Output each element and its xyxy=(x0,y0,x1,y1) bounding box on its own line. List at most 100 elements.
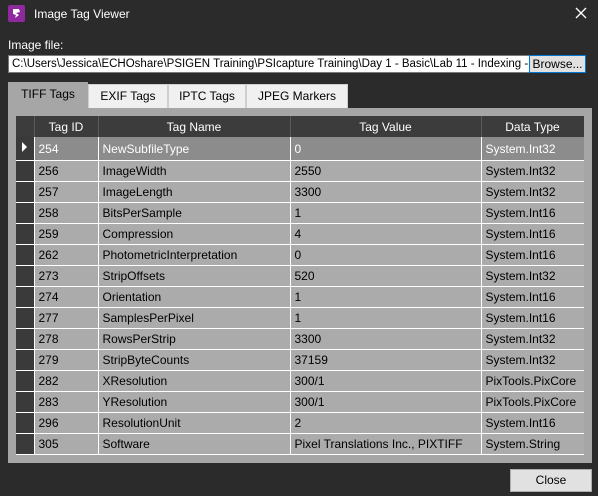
cell-data-type[interactable]: System.Int16 xyxy=(481,286,584,308)
cell-tag-id[interactable]: 274 xyxy=(34,286,99,308)
row-header[interactable] xyxy=(16,307,35,329)
cell-tag-id[interactable]: 273 xyxy=(34,265,99,287)
cell-tag-id[interactable]: 277 xyxy=(34,307,99,329)
row-header[interactable] xyxy=(16,202,35,224)
cell-tag-name[interactable]: NewSubfileType xyxy=(98,137,291,161)
cell-data-type[interactable]: System.Int16 xyxy=(481,202,584,224)
cell-tag-value[interactable]: Pixel Translations Inc., PIXTIFF xyxy=(290,433,482,455)
row-header[interactable] xyxy=(16,223,35,245)
cell-tag-name[interactable]: Software xyxy=(98,433,291,455)
row-header[interactable] xyxy=(16,137,35,161)
table-row[interactable]: 274 Orientation 1 System.Int16 xyxy=(16,286,584,308)
cell-tag-value[interactable]: 3300 xyxy=(290,181,482,203)
cell-data-type[interactable]: System.String xyxy=(481,433,584,455)
tag-grid[interactable]: Tag ID Tag Name Tag Value Data Type 254 N… xyxy=(16,116,584,455)
cell-tag-id[interactable]: 296 xyxy=(34,412,99,434)
cell-tag-id[interactable]: 256 xyxy=(34,160,99,182)
cell-tag-name[interactable]: Compression xyxy=(98,223,291,245)
table-row[interactable]: 258 BitsPerSample 1 System.Int16 xyxy=(16,202,584,224)
cell-tag-value[interactable]: 520 xyxy=(290,265,482,287)
table-row[interactable]: 259 Compression 4 System.Int16 xyxy=(16,223,584,245)
close-icon[interactable] xyxy=(574,6,588,20)
cell-data-type[interactable]: System.Int32 xyxy=(481,265,584,287)
cell-tag-value[interactable]: 0 xyxy=(290,244,482,266)
table-row[interactable]: 282 XResolution 300/1 PixTools.PixCore xyxy=(16,370,584,392)
table-row[interactable]: 305 Software Pixel Translations Inc., PIXT… xyxy=(16,433,584,455)
table-row[interactable]: 257 ImageLength 3300 System.Int32 xyxy=(16,181,584,203)
cell-tag-value[interactable]: 300/1 xyxy=(290,391,482,413)
cell-tag-id[interactable]: 258 xyxy=(34,202,99,224)
cell-data-type[interactable]: PixTools.PixCore xyxy=(481,391,584,413)
cell-tag-id[interactable]: 283 xyxy=(34,391,99,413)
cell-tag-value[interactable]: 37159 xyxy=(290,349,482,371)
cell-tag-value[interactable]: 1 xyxy=(290,202,482,224)
cell-tag-value[interactable]: 1 xyxy=(290,307,482,329)
row-header[interactable] xyxy=(16,286,35,308)
cell-tag-value[interactable]: 2 xyxy=(290,412,482,434)
cell-data-type[interactable]: System.Int16 xyxy=(481,223,584,245)
cell-data-type[interactable]: System.Int32 xyxy=(481,328,584,350)
cell-tag-name[interactable]: ResolutionUnit xyxy=(98,412,291,434)
row-header[interactable] xyxy=(16,265,35,287)
cell-tag-name[interactable]: ImageWidth xyxy=(98,160,291,182)
row-header[interactable] xyxy=(16,433,35,455)
tab-exif-tags[interactable]: EXIF Tags xyxy=(88,84,168,108)
cell-tag-value[interactable]: 0 xyxy=(290,137,482,161)
table-row[interactable]: 278 RowsPerStrip 3300 System.Int32 xyxy=(16,328,584,350)
cell-data-type[interactable]: System.Int32 xyxy=(481,160,584,182)
cell-data-type[interactable]: System.Int16 xyxy=(481,412,584,434)
cell-tag-id[interactable]: 259 xyxy=(34,223,99,245)
cell-tag-id[interactable]: 278 xyxy=(34,328,99,350)
column-header-tag-name[interactable]: Tag Name xyxy=(98,116,291,137)
row-header[interactable] xyxy=(16,370,35,392)
row-header[interactable] xyxy=(16,349,35,371)
cell-data-type[interactable]: PixTools.PixCore xyxy=(481,370,584,392)
cell-tag-value[interactable]: 2550 xyxy=(290,160,482,182)
row-header[interactable] xyxy=(16,181,35,203)
table-row[interactable]: 296 ResolutionUnit 2 System.Int16 xyxy=(16,412,584,434)
cell-tag-id[interactable]: 305 xyxy=(34,433,99,455)
cell-tag-id[interactable]: 282 xyxy=(34,370,99,392)
table-row[interactable]: 273 StripOffsets 520 System.Int32 xyxy=(16,265,584,287)
browse-button[interactable]: Browse... xyxy=(529,55,586,73)
cell-tag-value[interactable]: 4 xyxy=(290,223,482,245)
cell-tag-value[interactable]: 1 xyxy=(290,286,482,308)
cell-data-type[interactable]: System.Int32 xyxy=(481,137,584,161)
table-row[interactable]: 254 NewSubfileType 0 System.Int32 xyxy=(16,137,584,161)
cell-data-type[interactable]: System.Int16 xyxy=(481,307,584,329)
tab-tiff-tags[interactable]: TIFF Tags xyxy=(8,82,88,110)
cell-tag-id[interactable]: 257 xyxy=(34,181,99,203)
table-row[interactable]: 279 StripByteCounts 37159 System.Int32 xyxy=(16,349,584,371)
cell-data-type[interactable]: System.Int32 xyxy=(481,181,584,203)
row-header[interactable] xyxy=(16,328,35,350)
cell-tag-name[interactable]: XResolution xyxy=(98,370,291,392)
cell-tag-name[interactable]: StripOffsets xyxy=(98,265,291,287)
table-row[interactable]: 256 ImageWidth 2550 System.Int32 xyxy=(16,160,584,182)
table-row[interactable]: 283 YResolution 300/1 PixTools.PixCore xyxy=(16,391,584,413)
cell-tag-id[interactable]: 262 xyxy=(34,244,99,266)
cell-tag-value[interactable]: 300/1 xyxy=(290,370,482,392)
tab-iptc-tags[interactable]: IPTC Tags xyxy=(168,84,246,108)
cell-tag-value[interactable]: 3300 xyxy=(290,328,482,350)
table-row[interactable]: 277 SamplesPerPixel 1 System.Int16 xyxy=(16,307,584,329)
cell-tag-name[interactable]: Orientation xyxy=(98,286,291,308)
cell-data-type[interactable]: System.Int32 xyxy=(481,349,584,371)
cell-tag-name[interactable]: StripByteCounts xyxy=(98,349,291,371)
cell-tag-name[interactable]: PhotometricInterpretation xyxy=(98,244,291,266)
cell-tag-name[interactable]: YResolution xyxy=(98,391,291,413)
cell-tag-name[interactable]: ImageLength xyxy=(98,181,291,203)
cell-tag-id[interactable]: 254 xyxy=(34,137,99,161)
tab-jpeg-markers[interactable]: JPEG Markers xyxy=(246,84,348,108)
cell-tag-name[interactable]: RowsPerStrip xyxy=(98,328,291,350)
column-header-tag-id[interactable]: Tag ID xyxy=(34,116,99,137)
column-header-tag-value[interactable]: Tag Value xyxy=(290,116,482,137)
row-header[interactable] xyxy=(16,391,35,413)
row-header[interactable] xyxy=(16,244,35,266)
row-header[interactable] xyxy=(16,160,35,182)
row-header[interactable] xyxy=(16,412,35,434)
cell-tag-name[interactable]: BitsPerSample xyxy=(98,202,291,224)
table-row[interactable]: 262 PhotometricInterpretation 0 System.Int1… xyxy=(16,244,584,266)
cell-data-type[interactable]: System.Int16 xyxy=(481,244,584,266)
cell-tag-id[interactable]: 279 xyxy=(34,349,99,371)
column-header-data-type[interactable]: Data Type xyxy=(481,116,584,137)
